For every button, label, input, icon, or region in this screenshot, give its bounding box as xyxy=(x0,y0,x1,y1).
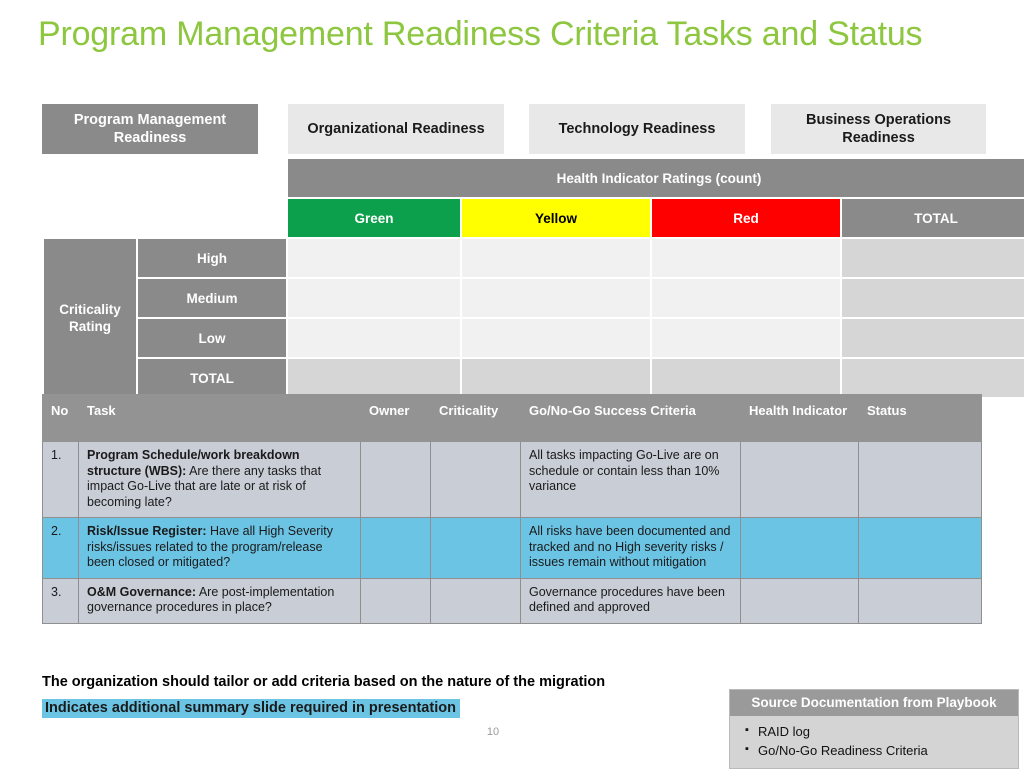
cell-criteria: Governance procedures have been defined … xyxy=(520,577,741,624)
cell-owner[interactable] xyxy=(360,441,431,518)
page-title: Program Management Readiness Criteria Ta… xyxy=(38,15,923,53)
note-summary-slide: Indicates additional summary slide requi… xyxy=(42,699,460,718)
matrix-cell-medium-red[interactable] xyxy=(652,279,840,317)
source-box-body: RAID log Go/No-Go Readiness Criteria xyxy=(730,716,1018,768)
matrix-row-low: Low xyxy=(44,319,1024,357)
cell-status[interactable] xyxy=(858,517,982,579)
tab-business-operations-readiness[interactable]: Business Operations Readiness xyxy=(771,104,986,154)
table-row[interactable]: 2. Risk/Issue Register: Have all High Se… xyxy=(42,517,982,579)
cell-criteria: All risks have been documented and track… xyxy=(520,517,741,579)
matrix-cell-low-total[interactable] xyxy=(842,319,1024,357)
matrix-cell-high-green[interactable] xyxy=(288,239,460,277)
matrix-group-header: Health Indicator Ratings (count) xyxy=(288,159,1024,197)
matrix-col-red: Red xyxy=(652,199,840,237)
matrix-cell-medium-total[interactable] xyxy=(842,279,1024,317)
page-number: 10 xyxy=(486,726,500,738)
task-title: Risk/Issue Register: xyxy=(87,524,207,538)
cell-no: 1. xyxy=(42,441,79,518)
cell-health-indicator[interactable] xyxy=(740,517,859,579)
list-item: RAID log xyxy=(745,721,1008,741)
col-header-owner: Owner xyxy=(360,394,431,442)
matrix-row-label: Medium xyxy=(138,279,286,317)
matrix-row-label: TOTAL xyxy=(138,359,286,397)
cell-owner[interactable] xyxy=(360,517,431,579)
source-box-title: Source Documentation from Playbook xyxy=(730,690,1018,716)
cell-task: Program Schedule/work breakdown structur… xyxy=(78,441,361,518)
matrix-col-yellow: Yellow xyxy=(462,199,650,237)
matrix-row-total: TOTAL xyxy=(44,359,1024,397)
matrix-cell-low-yellow[interactable] xyxy=(462,319,650,357)
tab-label: Technology Readiness xyxy=(558,121,716,137)
cell-status[interactable] xyxy=(858,441,982,518)
matrix-cell-total-yellow[interactable] xyxy=(462,359,650,397)
tab-organizational-readiness[interactable]: Organizational Readiness xyxy=(288,104,504,154)
matrix-row-high: Criticality Rating High xyxy=(44,239,1024,397)
matrix-spacer xyxy=(138,159,286,197)
cell-health-indicator[interactable] xyxy=(740,577,859,624)
cell-task: Risk/Issue Register: Have all High Sever… xyxy=(78,517,361,579)
cell-criticality[interactable] xyxy=(430,577,521,624)
list-item: Go/No-Go Readiness Criteria xyxy=(745,740,1008,760)
note-tailor-criteria: The organization should tailor or add cr… xyxy=(42,674,606,690)
cell-criticality[interactable] xyxy=(430,517,521,579)
matrix-cell-total-red[interactable] xyxy=(652,359,840,397)
matrix-cell-medium-green[interactable] xyxy=(288,279,460,317)
source-box-list: RAID log Go/No-Go Readiness Criteria xyxy=(744,721,1008,760)
cell-no: 2. xyxy=(42,517,79,579)
matrix-spacer xyxy=(138,199,286,237)
tab-program-management-readiness[interactable]: Program Management Readiness xyxy=(42,104,258,154)
col-header-no: No xyxy=(42,394,79,442)
cell-no: 3. xyxy=(42,577,79,624)
cell-criticality[interactable] xyxy=(430,441,521,518)
task-table-header-row: No Task Owner Criticality Go/No-Go Succe… xyxy=(42,394,982,442)
matrix-row-label: High xyxy=(138,239,286,277)
tab-technology-readiness[interactable]: Technology Readiness xyxy=(529,104,745,154)
source-documentation-box: Source Documentation from Playbook RAID … xyxy=(729,689,1019,769)
cell-criteria: All tasks impacting Go-Live are on sched… xyxy=(520,441,741,518)
cell-health-indicator[interactable] xyxy=(740,441,859,518)
criticality-rating-label: Criticality Rating xyxy=(44,239,136,397)
col-header-criticality: Criticality xyxy=(430,394,521,442)
cell-task: O&M Governance: Are post-implementation … xyxy=(78,577,361,624)
task-title: O&M Governance: xyxy=(87,584,197,599)
tab-label: Program Management Readiness xyxy=(73,112,227,146)
matrix-col-green: Green xyxy=(288,199,460,237)
matrix-cell-low-red[interactable] xyxy=(652,319,840,357)
matrix-row-medium: Medium xyxy=(44,279,1024,317)
matrix-cell-low-green[interactable] xyxy=(288,319,460,357)
matrix-cell-high-red[interactable] xyxy=(652,239,840,277)
matrix-cell-total-green[interactable] xyxy=(288,359,460,397)
health-indicator-matrix: Health Indicator Ratings (count) Green Y… xyxy=(42,157,1024,399)
matrix-cell-total-total[interactable] xyxy=(842,359,1024,397)
col-header-health-indicator: Health Indicator xyxy=(740,394,859,442)
col-header-status: Status xyxy=(858,394,982,442)
task-table: No Task Owner Criticality Go/No-Go Succe… xyxy=(42,394,982,624)
col-header-criteria: Go/No-Go Success Criteria xyxy=(520,394,741,442)
matrix-column-header-row: Green Yellow Red TOTAL xyxy=(44,199,1024,237)
matrix-row-label: Low xyxy=(138,319,286,357)
matrix-cell-high-yellow[interactable] xyxy=(462,239,650,277)
tab-label: Organizational Readiness xyxy=(307,121,485,137)
matrix-spacer xyxy=(44,159,136,197)
tab-label: Business Operations Readiness xyxy=(805,112,952,146)
matrix-spacer xyxy=(44,199,136,237)
table-row[interactable]: 3. O&M Governance: Are post-implementati… xyxy=(42,577,982,624)
matrix-cell-high-total[interactable] xyxy=(842,239,1024,277)
col-header-task: Task xyxy=(78,394,361,442)
cell-owner[interactable] xyxy=(360,577,431,624)
matrix-cell-medium-yellow[interactable] xyxy=(462,279,650,317)
readiness-tab-strip: Program Management Readiness Organizatio… xyxy=(42,104,986,154)
table-row[interactable]: 1. Program Schedule/work breakdown struc… xyxy=(42,441,982,518)
cell-status[interactable] xyxy=(858,577,982,624)
matrix-group-header-row: Health Indicator Ratings (count) xyxy=(44,159,1024,197)
matrix-col-total: TOTAL xyxy=(842,199,1024,237)
